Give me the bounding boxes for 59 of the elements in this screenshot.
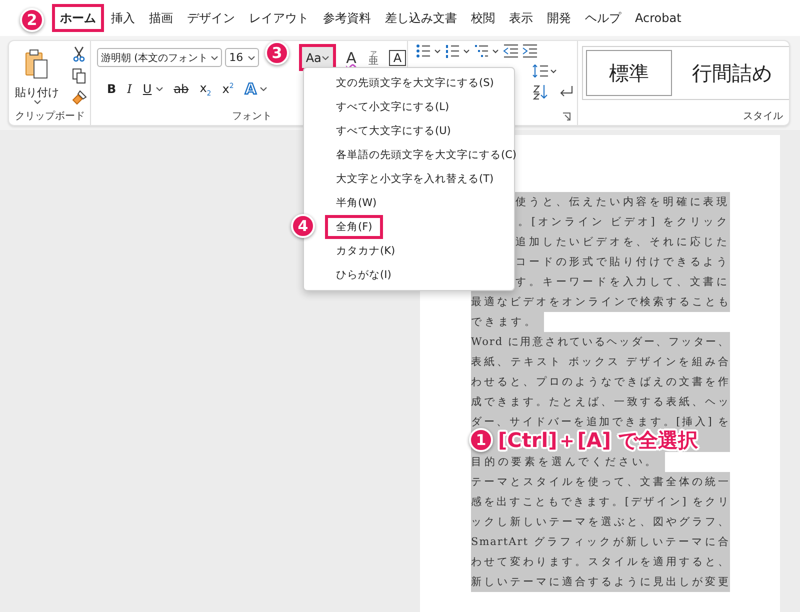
caret-icon[interactable] [156, 87, 163, 91]
ribbon-tab[interactable]: 挿入 [104, 5, 142, 31]
style-option[interactable]: 標準 [586, 50, 672, 96]
format-button[interactable]: x$^{2}$ [222, 82, 234, 96]
scissors-icon[interactable] [72, 46, 86, 62]
ribbon-tab[interactable]: ホーム [52, 4, 104, 32]
callout-text: [Ctrl]＋[A] で全選択 [498, 429, 698, 451]
style-option[interactable]: 行間詰め [675, 50, 789, 96]
font-size-dropdown[interactable]: 16 [225, 48, 260, 67]
clipboard-icon [25, 48, 49, 80]
ribbon-tab[interactable]: 校閲 [464, 5, 502, 31]
ribbon-tab[interactable]: デザイン [180, 5, 242, 31]
menu-item[interactable]: 半角(W) [325, 191, 388, 215]
menu-item[interactable]: カタカナ(K) [325, 239, 406, 263]
format-button[interactable]: U [142, 82, 152, 96]
show-marks-icon[interactable] [558, 85, 574, 99]
ribbon-tab[interactable]: 表示 [502, 5, 540, 31]
menu-item[interactable]: すべて小文字にする(L) [325, 95, 460, 119]
font-name-dropdown[interactable]: 游明朝 (本文のフォント [97, 48, 222, 67]
character-border-button[interactable]: A [388, 48, 407, 66]
clear-formatting-button[interactable]: A [344, 46, 358, 68]
caret-icon [248, 56, 256, 60]
format-button[interactable]: x$_{2}$ [200, 80, 212, 98]
menu-item[interactable]: 文の先頭文字を大文字にする(S) [325, 71, 505, 95]
decrease-indent-icon[interactable] [502, 44, 519, 58]
copy-icon[interactable] [72, 68, 86, 84]
format-button[interactable]: I [127, 82, 132, 96]
format-button[interactable]: A [244, 80, 256, 98]
ribbon-tab[interactable]: 差し込み文書 [378, 5, 464, 31]
paintbrush-icon[interactable] [71, 90, 87, 106]
ribbon-tab[interactable]: 開発 [540, 5, 578, 31]
caret-icon[interactable] [260, 87, 268, 91]
menu-item[interactable]: 各単語の先頭文字を大文字にする(C) [325, 143, 528, 167]
ribbon-tab[interactable]: 参考資料 [316, 5, 378, 31]
ribbon-tab[interactable]: レイアウト [242, 5, 316, 31]
sort-icon[interactable] [532, 84, 548, 100]
menu-item[interactable]: ひらがな(I) [325, 263, 402, 287]
bullet-list-icon[interactable] [416, 44, 442, 58]
group-label: スタイル [743, 110, 783, 123]
format-button[interactable]: B [107, 82, 116, 96]
format-button[interactable]: ab [174, 82, 189, 96]
multilevel-list-icon[interactable] [474, 44, 500, 58]
increase-indent-icon[interactable] [522, 44, 538, 58]
menu-item[interactable]: 大文字と小文字を入れ替える(T) [325, 167, 505, 191]
paste-button[interactable]: 貼り付け [15, 46, 59, 104]
group-label: フォント [232, 110, 272, 123]
caret-icon [322, 56, 330, 60]
numbered-list-icon[interactable] [444, 44, 471, 58]
group-label: クリップボード [15, 110, 85, 123]
menu-item[interactable]: 全角(F) [325, 215, 384, 239]
dialog-launcher-icon[interactable] [562, 112, 571, 120]
ribbon-tab[interactable]: Acrobat [628, 5, 688, 31]
caret-icon [211, 56, 218, 60]
ribbon-tab[interactable]: ヘルプ [578, 5, 628, 31]
ribbon-tab[interactable]: 描画 [142, 5, 180, 31]
step-number-badge: 2 [20, 8, 44, 32]
caret-icon[interactable] [34, 100, 40, 104]
menu-item[interactable]: すべて大文字にする(U) [325, 119, 462, 143]
line-spacing-icon[interactable] [532, 64, 558, 78]
